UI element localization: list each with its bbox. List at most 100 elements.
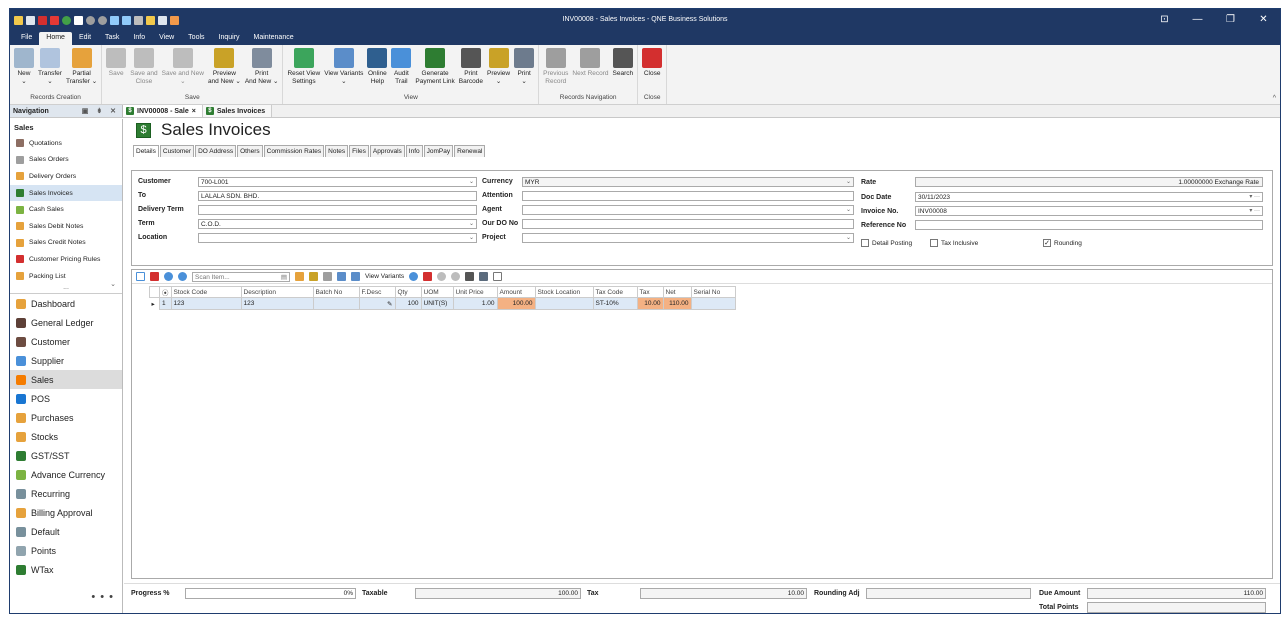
view-variants-icon[interactable] <box>351 272 360 281</box>
rounding-checkbox[interactable]: ✓ Rounding <box>1043 239 1082 247</box>
module-customer[interactable]: Customer <box>10 332 122 351</box>
ribbon-button-previous-record[interactable]: Previous Record <box>541 48 570 86</box>
menu-tab-maintenance[interactable]: Maintenance <box>247 32 301 45</box>
refresh-icon[interactable] <box>409 272 419 281</box>
invoice-no-field[interactable]: INV00008 ▾ ··· <box>915 206 1263 216</box>
sidebar-item-sales-orders[interactable]: Sales Orders <box>10 152 122 169</box>
cell-uom[interactable]: UNIT(S) <box>420 297 454 310</box>
ribbon-button-view-variants[interactable]: View Variants ⌄ <box>322 48 365 86</box>
location-field[interactable]: ⌄ <box>198 233 477 243</box>
doc-date-field[interactable]: 30/11/2023 ▾ ··· <box>915 192 1263 202</box>
cell-tax[interactable]: 10.00 <box>636 297 664 310</box>
folder-icon[interactable] <box>14 15 23 25</box>
reference-no-field[interactable] <box>915 220 1263 230</box>
menu-tab-inquiry[interactable]: Inquiry <box>212 32 247 45</box>
term-field[interactable]: C.O.D. ⌄ <box>198 219 477 229</box>
ribbon-button-new-doc[interactable]: New ⌄ <box>12 48 36 86</box>
column-header-batch-no[interactable]: Batch No <box>312 286 360 298</box>
module-sales[interactable]: Sales <box>10 370 122 390</box>
sidebar-item-sales-debit-notes[interactable]: Sales Debit Notes <box>10 218 122 235</box>
column-header-uom[interactable]: UOM <box>420 286 454 298</box>
sidebar-item-customer-pricing-rules[interactable]: Customer Pricing Rules <box>10 251 122 268</box>
report-quick-icon[interactable] <box>110 15 119 25</box>
ribbon-button-preview[interactable]: Preview ⌄ <box>485 48 512 86</box>
ribbon-button-save-new[interactable]: Save and New ⌄ <box>160 48 206 86</box>
column-header-stock-code[interactable]: Stock Code <box>170 286 242 298</box>
menu-tab-edit[interactable]: Edit <box>72 32 98 45</box>
cell-qty[interactable]: 100 <box>394 297 422 310</box>
cell-amount[interactable]: 100.00 <box>496 297 536 310</box>
grid-quick-icon[interactable] <box>74 15 83 25</box>
project-field[interactable]: ⌄ <box>522 233 854 243</box>
pin-icon[interactable]: ▣ ⇟ ✕ <box>82 107 119 115</box>
close-window-button[interactable]: ✕ <box>1247 9 1280 31</box>
chevron-down-icon[interactable]: ⌄ <box>846 206 851 214</box>
tab-details[interactable]: Details <box>133 145 159 157</box>
reset-icon[interactable] <box>423 272 433 281</box>
tab-jompay[interactable]: JomPay <box>423 145 454 157</box>
sidebar-item-packing-list[interactable]: Packing List <box>10 268 122 285</box>
detail-posting-box[interactable] <box>861 239 869 247</box>
ribbon-button-payment-link[interactable]: Generate Payment Link <box>413 48 456 86</box>
tab-do-address[interactable]: DO Address <box>195 145 237 157</box>
doc-tab-sales-invoices[interactable]: $ Sales Invoices <box>202 105 273 117</box>
select-all-header[interactable]: ⦿ <box>159 286 172 298</box>
tax-inclusive-checkbox[interactable]: Tax Inclusive <box>930 239 978 247</box>
menu-tab-home[interactable]: Home <box>39 32 72 45</box>
binoculars-icon[interactable] <box>465 272 475 281</box>
view-variants-button[interactable]: View Variants <box>365 273 404 280</box>
cell-serial-no[interactable] <box>690 297 736 310</box>
tab-files[interactable]: Files <box>349 145 369 157</box>
move-down-icon[interactable] <box>178 272 187 281</box>
menu-tab-file[interactable]: File <box>14 32 39 45</box>
chevron-down-icon[interactable]: ⌄ <box>846 178 851 186</box>
report-quick-icon-2[interactable] <box>122 15 131 25</box>
tab-notes[interactable]: Notes <box>325 145 349 157</box>
ribbon-button-online-help[interactable]: Online Help <box>365 48 389 86</box>
new-row-icon[interactable] <box>136 272 145 281</box>
our-do-no-field[interactable] <box>522 219 854 229</box>
module-dashboard[interactable]: Dashboard <box>10 294 122 313</box>
menu-tab-view[interactable]: View <box>152 32 181 45</box>
ribbon-button-audit-trail[interactable]: Audit Trail <box>389 48 413 86</box>
sidebar-item-cash-sales[interactable]: Cash Sales <box>10 201 122 218</box>
tab-commission-rates[interactable]: Commission Rates <box>263 145 325 157</box>
column-header-description[interactable]: Description <box>240 286 314 298</box>
print-grid-icon[interactable] <box>479 272 489 281</box>
column-header-unit-price[interactable]: Unit Price <box>452 286 498 298</box>
ribbon-button-partial-transfer[interactable]: Partial Transfer ⌄ <box>64 48 99 86</box>
module-stocks[interactable]: Stocks <box>10 427 122 446</box>
cell-stock-code[interactable]: 123 <box>170 297 242 310</box>
prev-icon[interactable] <box>437 272 447 281</box>
column-header-qty[interactable]: Qty <box>394 286 422 298</box>
module-default[interactable]: Default <box>10 522 122 541</box>
agent-field[interactable]: ⌄ <box>522 205 854 215</box>
restore-button[interactable]: ❐ <box>1214 9 1247 31</box>
move-up-icon[interactable] <box>164 272 173 281</box>
module-advance-currency[interactable]: Advance Currency <box>10 465 122 484</box>
chevron-down-icon[interactable]: ⌄ <box>110 280 116 288</box>
column-header-net[interactable]: Net <box>662 286 692 298</box>
ribbon-button-save-close[interactable]: Save and Close <box>128 48 159 86</box>
chevron-down-icon[interactable]: ⌄ <box>469 220 474 228</box>
paste-icon[interactable] <box>337 272 346 281</box>
minimize-button[interactable]: — <box>1181 9 1214 31</box>
export-quick-icon[interactable] <box>158 15 167 25</box>
more-options-icon[interactable]: • • • <box>91 591 114 603</box>
link-icon[interactable] <box>493 272 503 281</box>
ribbon-button-save[interactable]: Save <box>104 48 128 78</box>
customer-field[interactable]: 700-L001 ⌄ <box>198 177 477 187</box>
calendar-dropdown-icon[interactable]: ▾ ··· <box>1249 193 1260 201</box>
cell-description[interactable]: 123 <box>240 297 314 310</box>
filter-quick-icon[interactable] <box>134 15 143 25</box>
cell-net[interactable]: 110.00 <box>662 297 692 310</box>
ribbon-button-transfer[interactable]: Transfer ⌄ <box>36 48 64 86</box>
cancel-quick-icon[interactable] <box>50 15 59 25</box>
chart-quick-icon[interactable] <box>146 15 155 25</box>
module-pos[interactable]: POS <box>10 389 122 408</box>
ribbon-button-search-binoculars[interactable]: Search <box>611 48 636 78</box>
menu-tab-info[interactable]: Info <box>126 32 152 45</box>
module-purchases[interactable]: Purchases <box>10 408 122 427</box>
module-wtax[interactable]: WTax <box>10 560 122 579</box>
ribbon-button-reset-view[interactable]: Reset View Settings <box>285 48 322 86</box>
